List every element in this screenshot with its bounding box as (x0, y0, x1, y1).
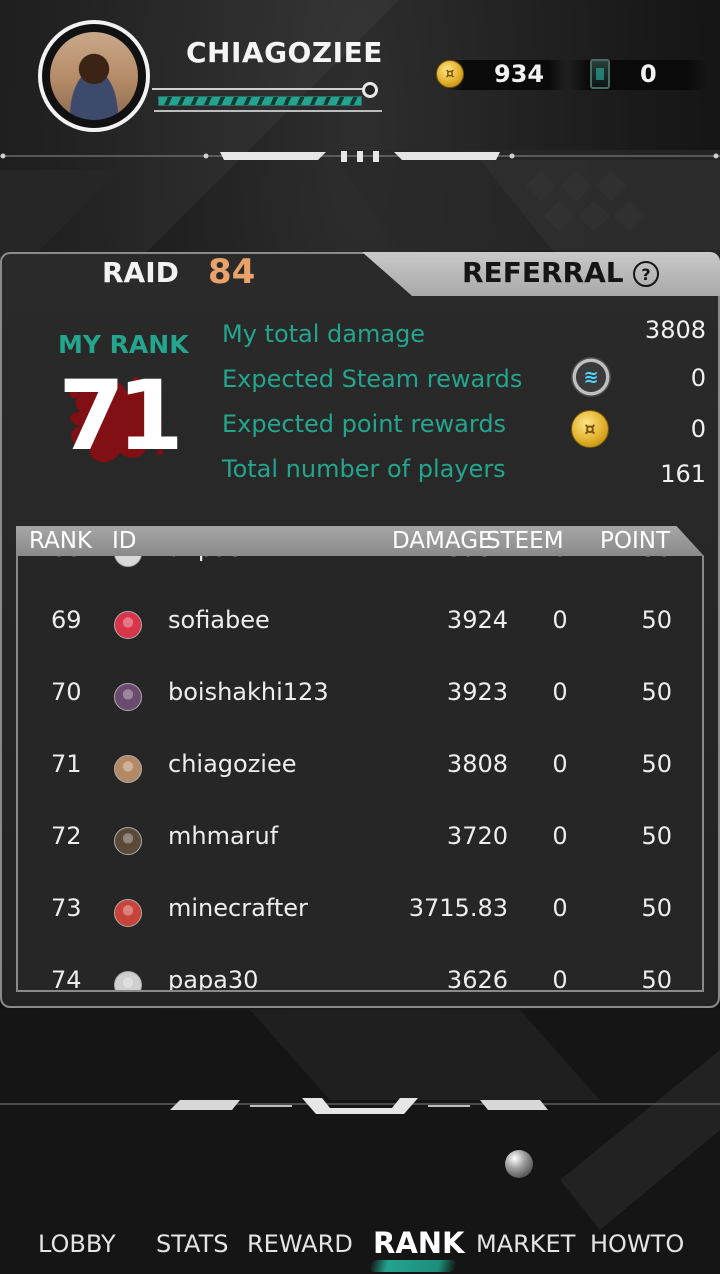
point-rewards-label: Expected point rewards (222, 410, 507, 438)
ranking-table[interactable]: 68 anp93 3931 0 50 69 sofiabee 3924 0 50 70 boishak… (16, 556, 704, 992)
steem-cell: 0 (552, 750, 568, 778)
steam-rewards-value: 0 (690, 364, 706, 392)
card-count: 0 (640, 60, 657, 88)
damage-cell: 3931 (358, 556, 508, 562)
bottom-nav: LOBBY STATS REWARD RANK MARKET HOWTO (0, 1226, 720, 1272)
rank-cell: 74 (51, 966, 82, 992)
nav-rank[interactable]: RANK (373, 1226, 465, 1260)
my-rank-label: MY RANK (58, 330, 189, 359)
table-row[interactable]: 68 anp93 3931 0 50 (18, 556, 702, 584)
nav-howto[interactable]: HOWTO (590, 1230, 684, 1258)
player-avatar (114, 755, 142, 783)
player-avatar (114, 611, 142, 639)
point-coin-icon: ¤ (571, 410, 609, 448)
card-balance: 0 (568, 56, 708, 92)
coin-count: 934 (494, 60, 545, 88)
avatar (50, 32, 138, 120)
total-damage-value: 3808 (644, 316, 706, 344)
table-row[interactable]: 71 chiagoziee 3808 0 50 (18, 728, 702, 800)
player-id-cell: minecrafter (168, 894, 308, 922)
coin-balance: ¤ 934 (436, 56, 566, 92)
table-row[interactable]: 72 mhmaruf 3720 0 50 (18, 800, 702, 872)
header-divider (0, 151, 720, 162)
point-cell: 50 (641, 966, 672, 992)
player-id-cell: papa30 (168, 966, 259, 992)
header-steem: STEEM (486, 528, 564, 554)
damage-cell: 3626 (446, 966, 508, 992)
damage-cell: 3808 (446, 750, 508, 778)
rank-cell: 73 (51, 894, 82, 922)
nav-lobby[interactable]: LOBBY (38, 1230, 116, 1258)
players-label: Total number of players (222, 455, 506, 483)
point-cell: 50 (638, 556, 672, 562)
username: CHIAGOZIEE (186, 36, 383, 69)
damage-cell: 3720 (446, 822, 508, 850)
tab-referral-label[interactable]: REFERRAL (462, 256, 624, 289)
player-avatar (114, 827, 142, 855)
player-id-cell: anp93 (168, 556, 244, 562)
nav-active-indicator (368, 1260, 458, 1272)
sphere-ornament (505, 1150, 533, 1178)
damage-cell: 3923 (446, 678, 508, 706)
point-cell: 50 (641, 606, 672, 634)
steem-cell: 0 (552, 966, 568, 992)
ranking-rows: 68 anp93 3931 0 50 69 sofiabee 3924 0 50 70 boishak… (18, 556, 702, 992)
header-point: POINT (600, 528, 671, 554)
steem-cell: 0 (552, 894, 568, 922)
help-icon[interactable]: ? (633, 261, 659, 287)
damage-cell: 3715.83 (408, 894, 508, 922)
raid-count: 84 (208, 252, 256, 292)
steem-cell: 0 (552, 678, 568, 706)
coin-icon: ¤ (436, 60, 464, 88)
my-rank-number: 71 (58, 360, 184, 472)
point-cell: 50 (641, 750, 672, 778)
rank-cell: 69 (51, 606, 82, 634)
header-rank: RANK (29, 528, 93, 554)
total-damage-label: My total damage (222, 320, 426, 348)
player-id-cell: mhmaruf (168, 822, 279, 850)
table-row[interactable]: 69 sofiabee 3924 0 50 (18, 584, 702, 656)
player-id-cell: chiagoziee (168, 750, 297, 778)
rank-cell: 68 (51, 556, 82, 562)
point-cell: 50 (641, 894, 672, 922)
steem-icon: ≋ (571, 357, 611, 397)
point-cell: 50 (641, 822, 672, 850)
player-avatar (114, 899, 142, 927)
players-value: 161 (660, 460, 706, 488)
tab-raid[interactable]: RAID (102, 256, 179, 289)
player-avatar (114, 971, 142, 990)
xp-bar (152, 82, 384, 116)
xp-bar-track (152, 88, 372, 90)
player-id-cell: sofiabee (168, 606, 270, 634)
nav-stats[interactable]: STATS (156, 1230, 228, 1258)
player-avatar (114, 556, 142, 567)
table-row[interactable]: 74 papa30 3626 0 50 (18, 944, 702, 992)
damage-cell: 3924 (446, 606, 508, 634)
xp-bar-fill (158, 96, 362, 106)
header-damage: DAMAGE (392, 528, 493, 554)
profile-avatar-ring[interactable] (38, 20, 150, 132)
rank-cell: 71 (51, 750, 82, 778)
point-cell: 50 (641, 678, 672, 706)
nav-reward[interactable]: REWARD (247, 1230, 353, 1258)
steam-rewards-label: Expected Steam rewards (222, 365, 523, 393)
table-row[interactable]: 70 boishakhi123 3923 0 50 (18, 656, 702, 728)
card-brush-bg (568, 60, 708, 90)
steem-cell: 0 (552, 606, 568, 634)
rank-cell: 72 (51, 822, 82, 850)
player-avatar (114, 683, 142, 711)
steem-cell: 0 (548, 556, 572, 562)
rank-cell: 70 (51, 678, 82, 706)
steem-cell: 0 (552, 822, 568, 850)
footer-divider (0, 1098, 720, 1114)
point-rewards-value: 0 (690, 415, 706, 443)
nav-market[interactable]: MARKET (476, 1230, 575, 1258)
player-id-cell: boishakhi123 (168, 678, 329, 706)
header-id: ID (112, 528, 137, 554)
table-row[interactable]: 73 minecrafter 3715.83 0 50 (18, 872, 702, 944)
xp-bar-knob (362, 82, 378, 98)
xp-bar-underline (154, 110, 382, 112)
card-icon (590, 59, 610, 89)
